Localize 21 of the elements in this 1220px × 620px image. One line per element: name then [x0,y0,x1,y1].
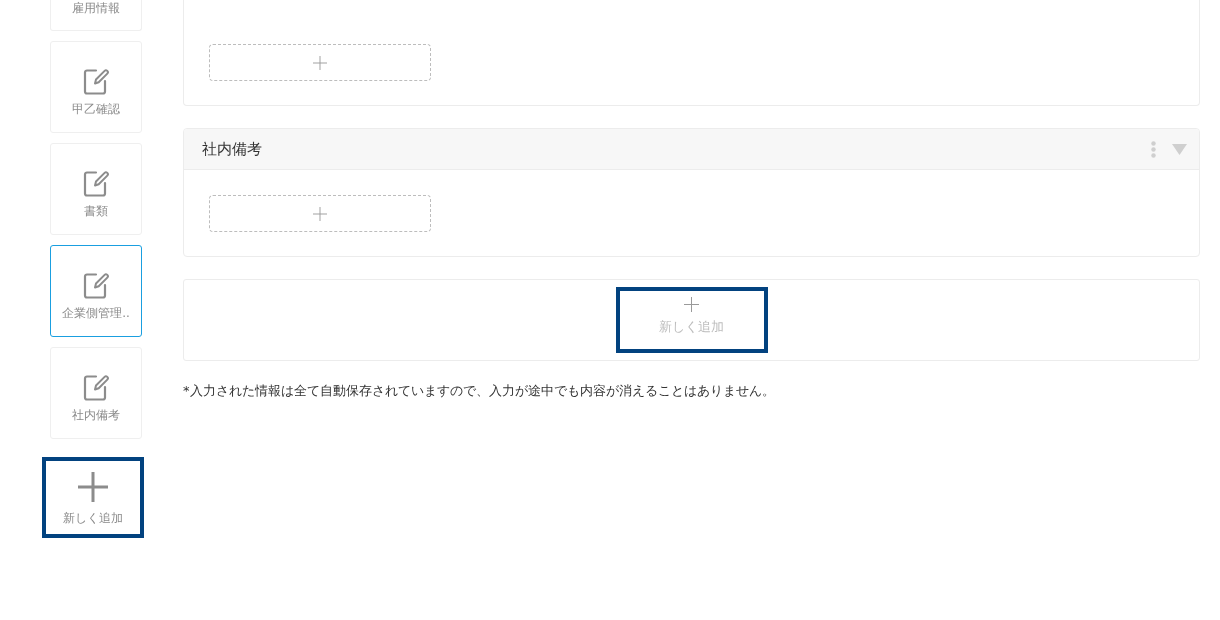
edit-note-icon [82,169,110,197]
add-new-button[interactable]: 新しく追加 [615,287,768,353]
add-item-button[interactable] [209,195,431,232]
add-item-button[interactable] [209,44,431,81]
more-options-icon[interactable] [1151,140,1156,158]
section-title: 社内備考 [202,138,262,160]
edit-note-icon [82,67,110,95]
sidebar-item[interactable]: 書類 [50,143,142,235]
add-new-button[interactable]: 新しく追加 [42,457,144,538]
edit-note-icon [82,373,110,401]
sidebar-item[interactable]: 雇用情報 [50,0,142,31]
sidebar-item[interactable]: 社内備考 [50,347,142,439]
collapse-triangle-icon[interactable] [1172,143,1187,155]
sidebar-item[interactable]: 企業側管理.. [50,245,142,337]
plus-icon [684,297,699,312]
plus-icon [313,55,327,70]
edit-note-icon [82,271,110,299]
plus-icon [78,472,108,502]
sidebar-item[interactable]: 甲乙確認 [50,41,142,133]
autosave-note: *入力された情報は全て自動保存されていますので、入力が途中でも内容が消えることはありません。 [183,382,776,400]
plus-icon [313,206,327,221]
